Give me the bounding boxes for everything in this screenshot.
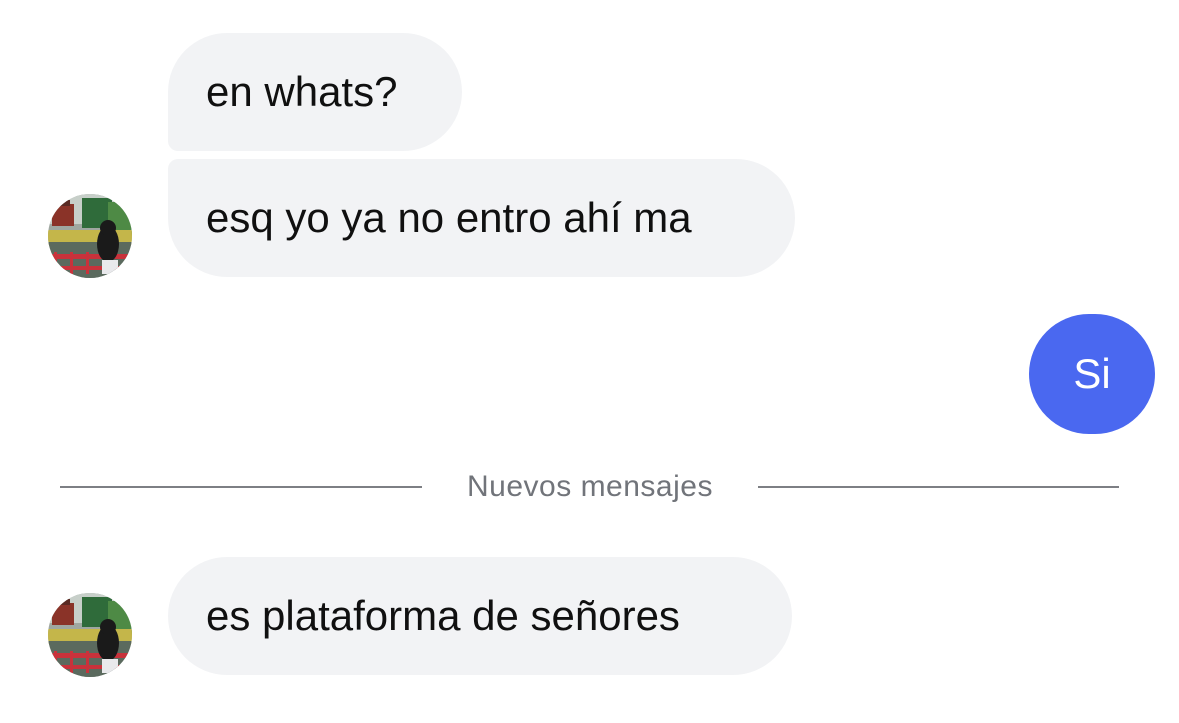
- contact-avatar[interactable]: [48, 194, 132, 278]
- message-text: es plataforma de señores: [206, 592, 680, 639]
- divider-label: Nuevos mensajes: [467, 470, 713, 503]
- avatar-photo-icon: [48, 593, 132, 677]
- message-text: en whats?: [206, 68, 398, 115]
- divider-line-left: [60, 486, 422, 488]
- avatar-photo-icon: [48, 194, 132, 278]
- contact-avatar[interactable]: [48, 593, 132, 677]
- incoming-message-bubble[interactable]: esq yo ya no entro ahí ma: [168, 159, 795, 277]
- incoming-message-bubble[interactable]: es plataforma de señores: [168, 557, 792, 675]
- incoming-message-bubble[interactable]: en whats?: [168, 33, 462, 151]
- new-messages-divider: Nuevos mensajes: [60, 464, 1119, 510]
- message-text: esq yo ya no entro ahí ma: [206, 194, 692, 241]
- message-text: Si: [1073, 350, 1111, 397]
- divider-line-right: [758, 486, 1119, 488]
- outgoing-message-bubble[interactable]: Si: [1029, 314, 1155, 434]
